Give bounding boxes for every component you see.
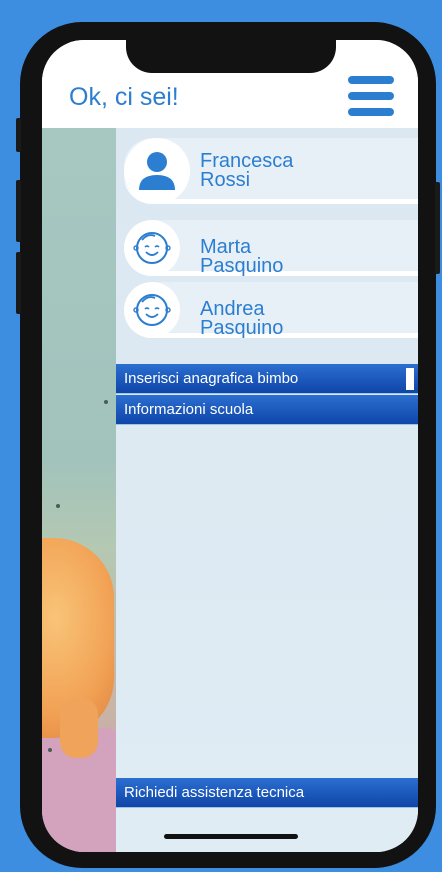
power-button — [435, 182, 440, 274]
app-screen: Ok, ci sei! Francesca Rossi Marta Pasqui… — [42, 40, 418, 852]
device-notch — [126, 40, 336, 73]
background-illustration — [42, 128, 116, 852]
mute-switch — [16, 118, 21, 152]
baby-face-icon — [124, 220, 180, 276]
volume-down-button — [16, 252, 21, 314]
menu-item-inserisci-anagrafica[interactable]: Inserisci anagrafica bimbo — [116, 364, 418, 394]
person-icon — [124, 138, 190, 204]
lion-leg-illustration — [60, 698, 98, 758]
baby-face-icon — [124, 282, 180, 338]
side-menu: Francesca Rossi Marta Pasquino Andrea Pa… — [116, 128, 418, 852]
menu-item-label: Inserisci anagrafica bimbo — [124, 370, 299, 387]
illustration-dot — [104, 400, 108, 404]
page-title: Ok, ci sei! — [69, 83, 179, 111]
menu-item-label: Informazioni scuola — [124, 401, 254, 418]
home-indicator — [164, 834, 298, 839]
illustration-dot — [48, 748, 52, 752]
hamburger-menu-icon[interactable] — [348, 76, 394, 116]
menu-item-label: Richiedi assistenza tecnica — [124, 784, 305, 801]
menu-item-richiedi-assistenza[interactable]: Richiedi assistenza tecnica — [116, 778, 418, 808]
scroll-indicator — [406, 368, 414, 390]
volume-up-button — [16, 180, 21, 242]
user-name: Marta Pasquino — [200, 236, 284, 277]
main-content: Francesca Rossi Marta Pasquino Andrea Pa… — [42, 128, 418, 852]
illustration-dot — [56, 504, 60, 508]
user-name: Andrea Pasquino — [200, 298, 284, 339]
user-name-line2: Rossi — [200, 169, 251, 191]
menu-item-informazioni-scuola[interactable]: Informazioni scuola — [116, 395, 418, 425]
